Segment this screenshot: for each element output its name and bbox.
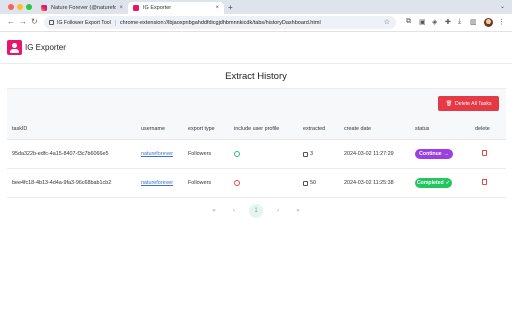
column-header-extracted: extracted xyxy=(303,126,326,132)
close-tab-icon[interactable]: × xyxy=(119,5,123,11)
column-header-taskid: taskID xyxy=(12,126,28,132)
column-header-status: status xyxy=(415,126,430,132)
back-arrow-icon[interactable]: ← xyxy=(7,17,15,26)
continue-button[interactable]: Continue → xyxy=(415,149,453,159)
column-header-include-user-profile: include user profile xyxy=(234,126,280,132)
create-date: 2024-03-02 11:25:38 xyxy=(344,180,394,186)
tab-title: Nature Forever (@natureforever) xyxy=(51,5,117,11)
extensions-puzzle-icon[interactable]: ✚ xyxy=(445,18,451,26)
actions-panel xyxy=(7,88,506,120)
first-page-button[interactable]: « xyxy=(208,204,220,218)
delete-all-tasks-button[interactable]: 🗑 Delete All Tasks xyxy=(438,96,499,111)
app-header: IG Exporter xyxy=(0,32,512,64)
arrow-right-icon: → xyxy=(443,151,449,157)
reload-icon[interactable]: ↻ xyxy=(31,17,38,26)
export-type: Followers xyxy=(188,151,212,157)
window-zoom-button[interactable] xyxy=(26,4,32,10)
previous-page-button[interactable]: ‹ xyxy=(228,204,240,218)
column-header-username: username xyxy=(141,126,165,132)
column-header-create-date: create date xyxy=(344,126,371,132)
extension-puzzle-icon xyxy=(49,20,54,25)
address-bar[interactable]: IG Follower Export Tool chrome-extension… xyxy=(44,16,396,29)
browser-titlebar: Nature Forever (@natureforever) × IG Exp… xyxy=(0,0,512,14)
extracted-value: 50 xyxy=(310,180,316,186)
profile-avatar[interactable] xyxy=(484,18,493,27)
task-id: 95da322b-edfc-4a15-8407-f3c7b6066e5 xyxy=(12,151,109,157)
trash-icon: 🗑 xyxy=(445,100,453,107)
new-tab-button[interactable]: + xyxy=(228,3,233,12)
next-page-button[interactable]: › xyxy=(272,204,284,218)
user-logo-icon xyxy=(7,40,22,55)
browser-tab-instagram[interactable]: Nature Forever (@natureforever) × xyxy=(36,2,128,14)
extracted-count[interactable]: 3 xyxy=(303,151,313,157)
extension-icon-1[interactable]: ⧉ xyxy=(406,18,411,26)
check-circle-icon xyxy=(234,151,240,157)
extracted-count[interactable]: 50 xyxy=(303,180,316,186)
status-label: Continue xyxy=(419,151,442,157)
create-date: 2024-03-02 11:27:29 xyxy=(344,151,394,157)
delete-task-trash-icon[interactable] xyxy=(482,179,487,185)
column-header-delete: delete xyxy=(475,126,490,132)
delete-task-trash-icon[interactable] xyxy=(482,150,487,156)
x-circle-icon xyxy=(234,180,240,186)
external-link-icon xyxy=(303,180,308,186)
browser-tab-ig-exporter[interactable]: IG Exporter × xyxy=(128,2,224,14)
app-title: IG Exporter xyxy=(25,43,66,52)
tab-search-chevron-icon[interactable]: ⌄ xyxy=(500,3,505,10)
side-panel-icon[interactable]: ▥ xyxy=(470,18,477,26)
window-close-button[interactable] xyxy=(8,4,14,10)
status-label: Completed xyxy=(416,180,444,186)
address-url[interactable]: chrome-extension://lbjaoxpnbgahddfdicgjd… xyxy=(120,20,321,26)
extension-chip[interactable]: IG Follower Export Tool xyxy=(49,19,116,26)
tab-title: IG Exporter xyxy=(143,5,172,11)
ig-exporter-favicon-icon xyxy=(133,5,139,11)
extension-name: IG Follower Export Tool xyxy=(57,19,111,26)
extension-icon-3[interactable]: ◈ xyxy=(432,18,437,26)
page-title: Extract History xyxy=(225,71,287,82)
extension-icon-2[interactable]: ▣ xyxy=(419,18,426,26)
instagram-icon xyxy=(41,5,47,11)
close-tab-icon[interactable]: × xyxy=(215,5,219,11)
completed-badge: Completed ✓ xyxy=(415,178,452,188)
delete-all-label: Delete All Tasks xyxy=(455,100,492,107)
browser-toolbar: ← → ↻ IG Follower Export Tool chrome-ext… xyxy=(0,14,512,32)
external-link-icon xyxy=(303,151,308,157)
forward-arrow-icon[interactable]: → xyxy=(19,17,27,26)
username-link[interactable]: natureforever xyxy=(141,151,173,157)
extracted-value: 3 xyxy=(310,151,313,157)
task-id: bee4fc18-4b13-4d4a-9fa3-96c68bab1cb2 xyxy=(12,180,112,186)
window-minimize-button[interactable] xyxy=(17,4,23,10)
export-type: Followers xyxy=(188,180,212,186)
username-link[interactable]: natureforever xyxy=(141,180,173,186)
page-1-button[interactable]: 1 xyxy=(249,204,263,218)
last-page-button[interactable]: » xyxy=(292,204,304,218)
bookmark-star-icon[interactable]: ☆ xyxy=(384,18,390,26)
downloads-icon[interactable]: ⤓ xyxy=(458,18,461,26)
check-icon: ✓ xyxy=(445,180,451,186)
column-header-export-type: export type xyxy=(188,126,215,132)
browser-menu-icon[interactable]: ⋮ xyxy=(498,18,505,26)
